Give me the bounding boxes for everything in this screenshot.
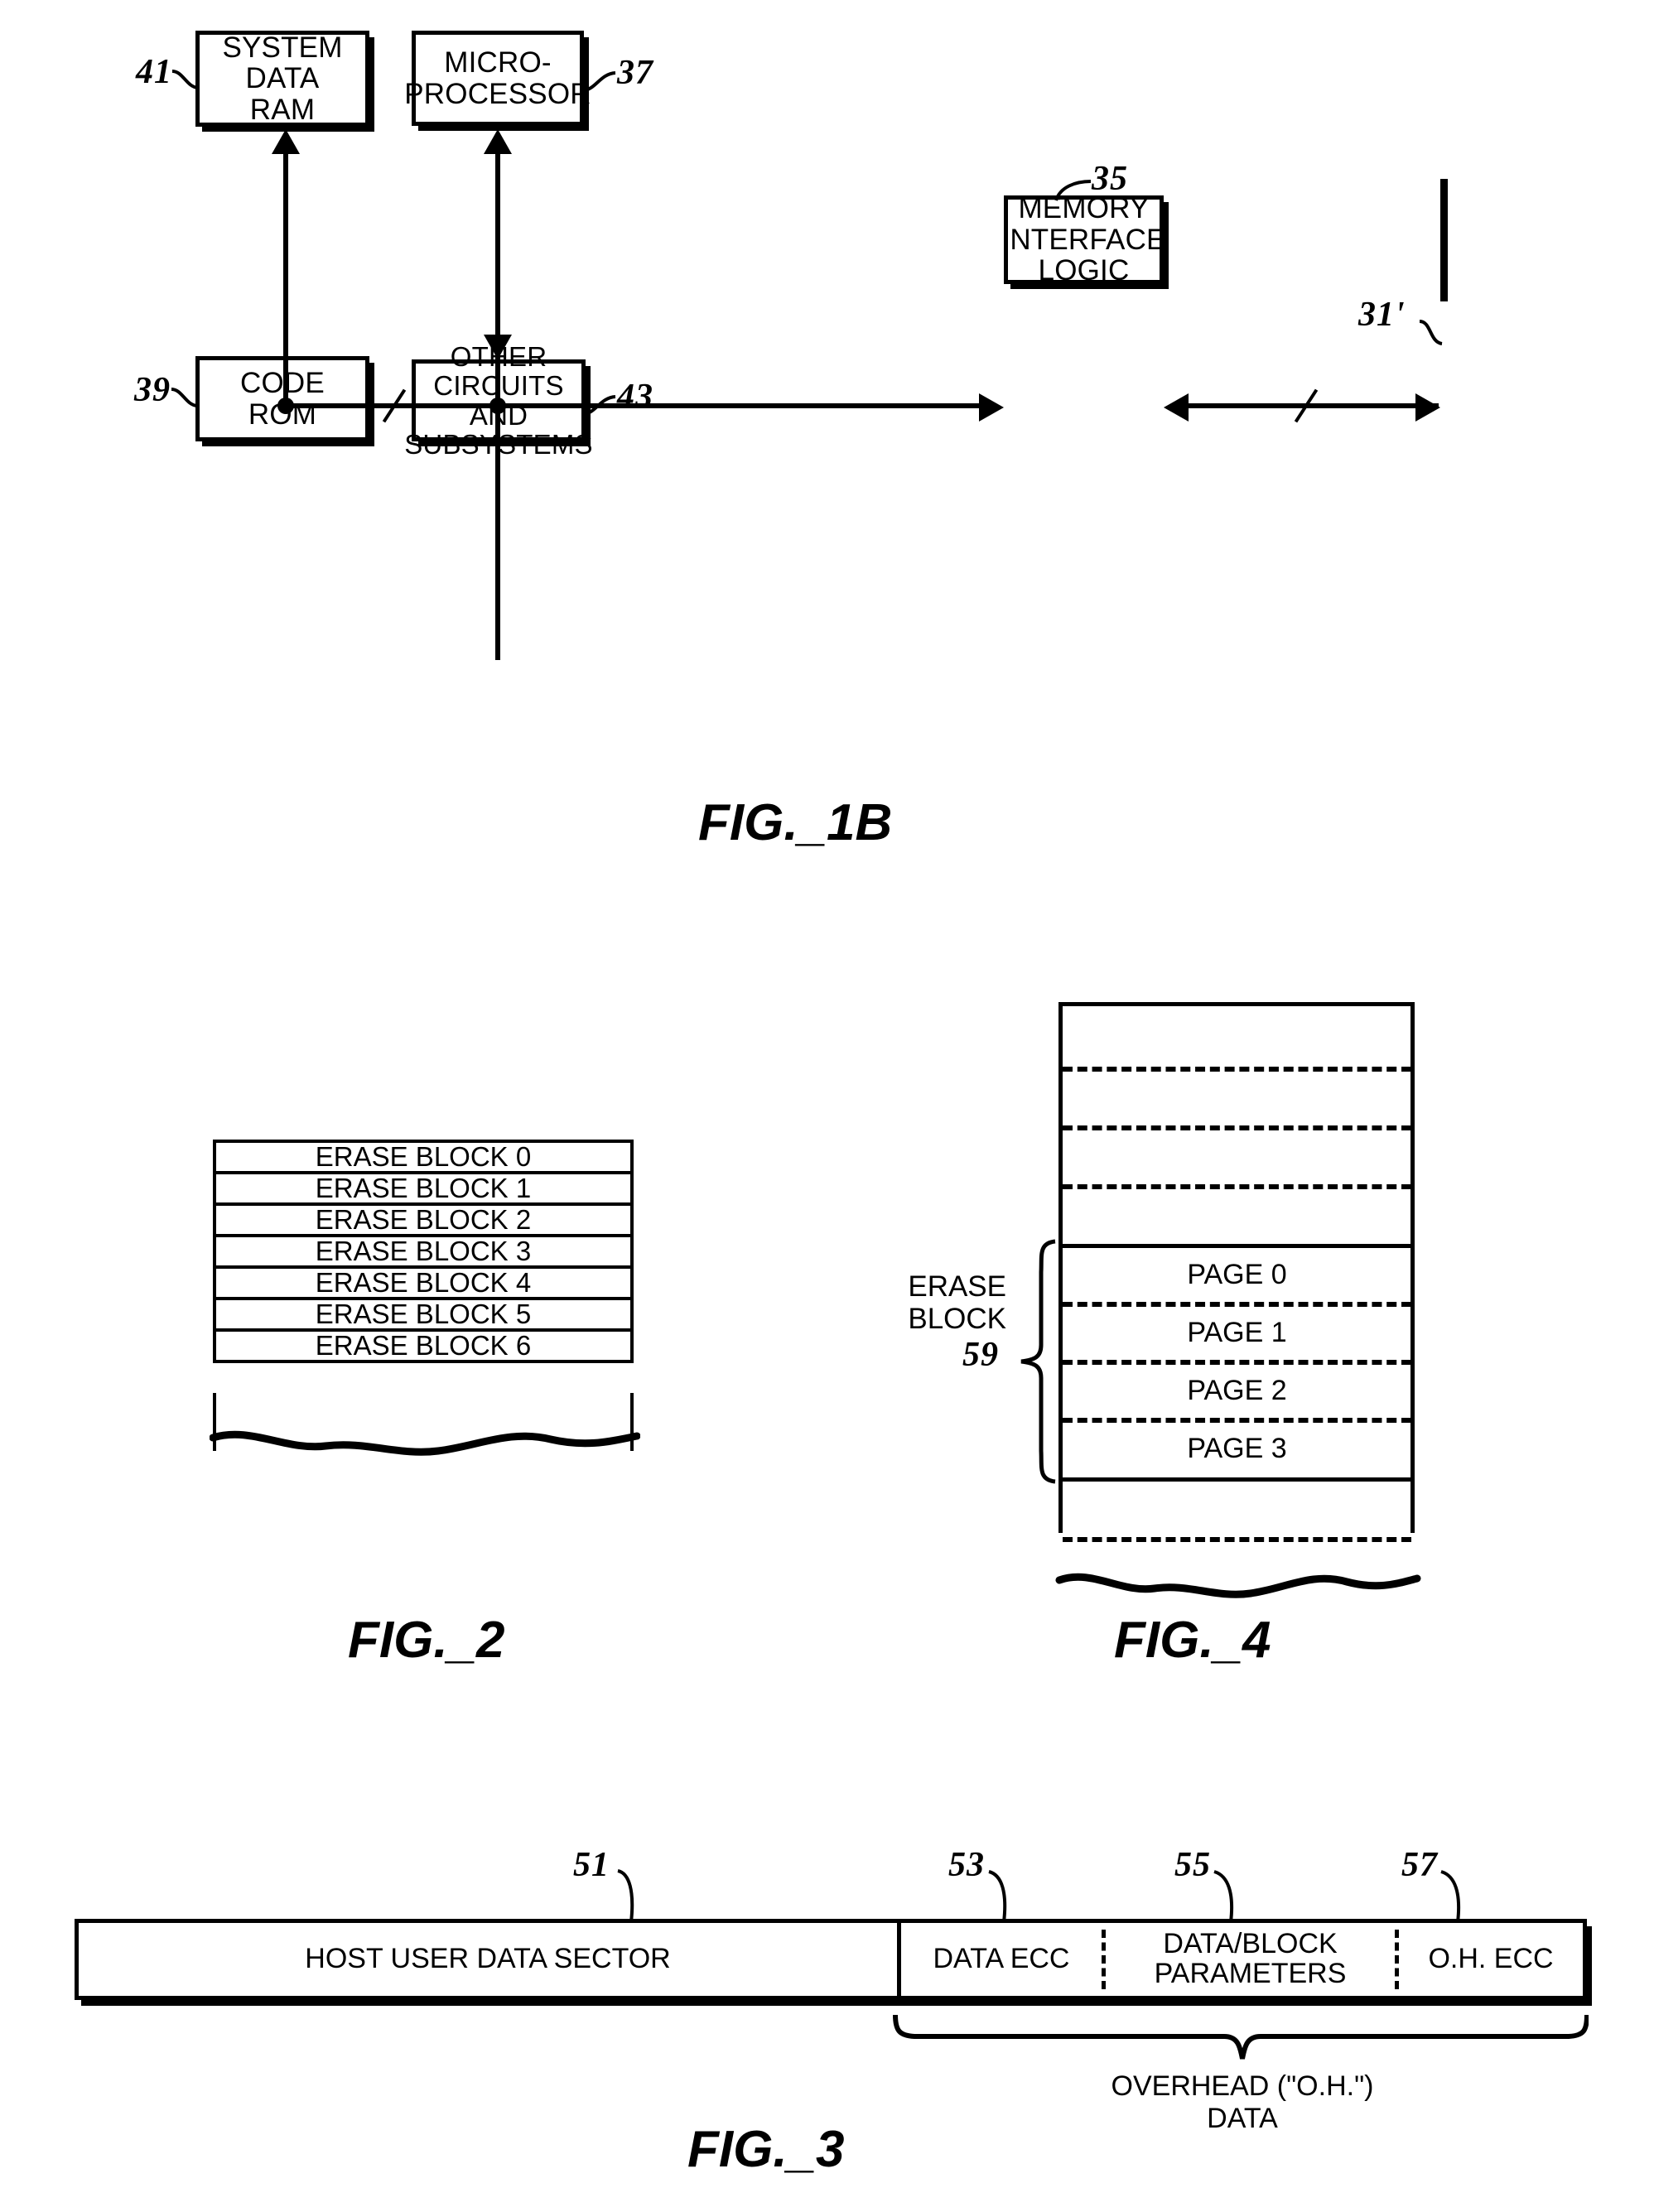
arrowhead-to-memory-interface [979,393,1004,422]
ref-43: 43 [617,378,653,416]
fig4-page-label: PAGE 3 [1187,1432,1287,1464]
leader-35 [1054,179,1093,202]
bus-branch-microprocessor [495,154,500,407]
fig2-erase-block-row: ERASE BLOCK 5 [213,1297,634,1332]
leader-31-prime [1418,319,1446,347]
fig4-page-divider [1063,1125,1411,1130]
leader-41 [171,69,205,94]
fig3-overhead-brace [893,2014,1589,2060]
figure-caption-4: FIG._4 [1114,1612,1271,1669]
leader-51 [616,1868,641,1925]
bus-junction-microprocessor [489,398,506,414]
figure-caption-1b: FIG._1B [698,794,893,851]
ref-55: 55 [1174,1846,1211,1884]
block-memory-interface-logic-label: MEMORY INTERFACE LOGIC [1001,192,1166,287]
ref-35: 35 [1092,160,1128,198]
fig2-erase-block-row: ERASE BLOCK 1 [213,1171,634,1206]
leader-39 [171,387,204,412]
figure-caption-2: FIG._2 [348,1612,505,1669]
arrowhead-to-memory-interface-right [1164,393,1189,422]
leader-37 [582,70,619,95]
system-bus [283,403,991,408]
block-microprocessor: MICRO- PROCESSOR [404,31,591,126]
block-memory-interface-logic: MEMORY INTERFACE LOGIC [1001,192,1166,287]
fig2-break-wave [210,1430,640,1456]
bus-branch-ram [283,154,288,407]
ref-53: 53 [948,1846,985,1884]
fig4-page-label: PAGE 1 [1187,1316,1287,1348]
fig2-erase-block-row: ERASE BLOCK 2 [213,1202,634,1237]
ref-51: 51 [573,1846,610,1884]
fig4-erase-block-label: ERASE BLOCK [908,1270,1006,1335]
arrowhead-to-microprocessor [484,129,512,154]
block-system-data-ram-label: SYSTEM DATA RAM [222,31,343,126]
leader-57 [1439,1868,1468,1925]
fig4-page-label: PAGE 2 [1187,1374,1287,1406]
fig3-segment-data-ecc: DATA ECC [933,1943,1070,1975]
ref-59: 59 [962,1336,999,1374]
fig2-erase-block-stack: ERASE BLOCK 0 ERASE BLOCK 1 ERASE BLOCK 2E… [213,1140,634,1363]
leader-55 [1213,1868,1241,1925]
fig2-erase-block-row: ERASE BLOCK 0 [213,1140,634,1174]
arrowhead-to-ram [272,129,300,154]
ref-41: 41 [136,53,172,91]
ref-37: 37 [617,54,653,92]
fig2-erase-block-row: ERASE BLOCK 4 [213,1265,634,1300]
ref-39: 39 [134,371,171,409]
ref-31-prime: 31' [1358,296,1406,334]
external-bus-line [1440,179,1448,301]
fig3-segment-host-user-data-sector: HOST USER DATA SECTOR [305,1943,671,1975]
block-system-data-ram: SYSTEM DATA RAM [195,31,369,127]
fig4-page-divider [1063,1537,1411,1542]
arrowhead-to-other-circuits [484,335,512,359]
block-microprocessor-label: MICRO- PROCESSOR [404,46,591,110]
fig2-erase-block-row: ERASE BLOCK 6 [213,1328,634,1363]
arrowhead-to-external-bus [1415,393,1440,422]
bus-branch-other-circuits [495,407,500,660]
fig4-break-wave [1055,1573,1421,1598]
fig3-segment-oh-ecc: O.H. ECC [1428,1943,1554,1975]
fig2-erase-block-row: ERASE BLOCK 3 [213,1234,634,1269]
bus-junction-ram [277,398,294,414]
figure-caption-3: FIG._3 [687,2121,845,2178]
leader-53 [987,1868,1014,1925]
patent-drawing-sheet: SYSTEM DATA RAM 41 MICRO- PROCESSOR 37 M… [0,0,1654,2212]
fig4-page-divider [1063,1067,1411,1072]
ref-57: 57 [1401,1846,1438,1884]
fig3-segment-data-block-parameters: DATA/BLOCK PARAMETERS [1154,1928,1347,1989]
memory-interface-to-external-bus [1186,403,1439,408]
fig4-erase-block-bottom-boundary [1058,1477,1415,1482]
fig4-page-divider [1063,1184,1411,1189]
fig4-erase-block-brace [1020,1239,1056,1484]
fig4-page-label: PAGE 0 [1187,1258,1287,1290]
fig3-overhead-label: OVERHEAD ("O.H.") DATA [1111,2070,1374,2135]
